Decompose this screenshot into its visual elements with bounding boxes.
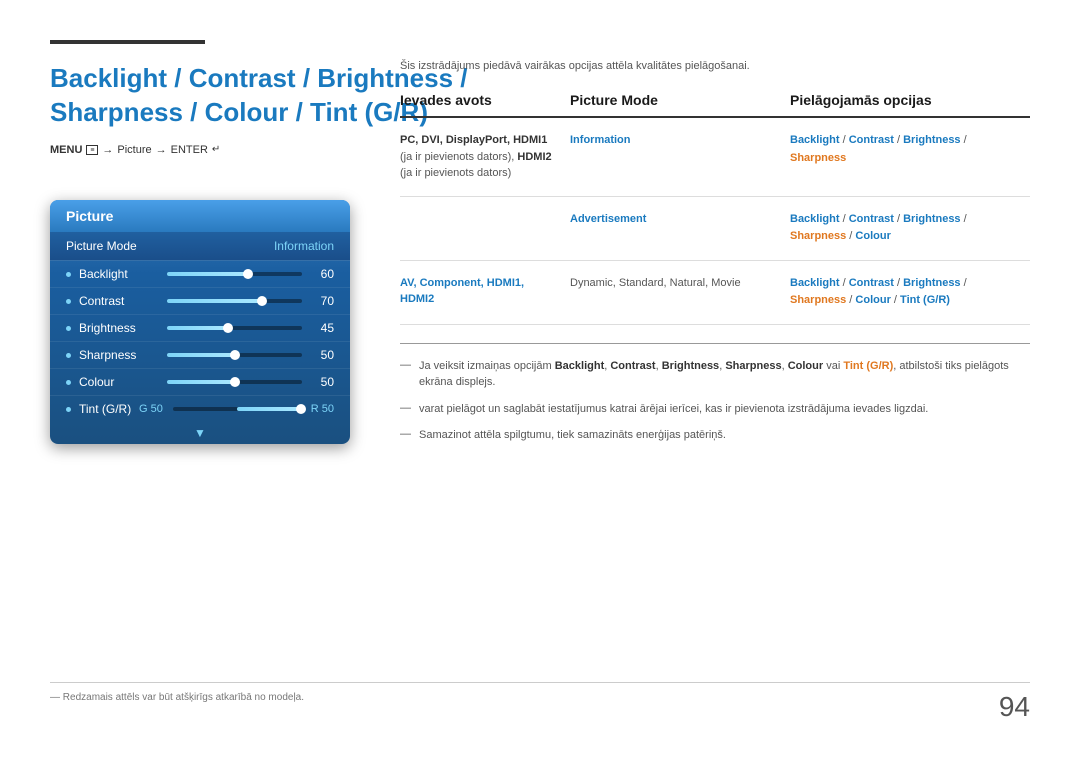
- slider-value: 50: [310, 375, 334, 389]
- tint-label: Tint (G/R): [79, 402, 139, 416]
- col2-header: Picture Mode: [570, 92, 790, 108]
- menu-enter-label: ENTER: [171, 144, 208, 156]
- table-header-row: Ievades avots Picture Mode Pielāgojamās …: [400, 92, 1030, 118]
- picture-panel: Picture Picture Mode Information Backlig…: [50, 200, 350, 444]
- note-dash: ―: [400, 428, 411, 440]
- slider-value: 45: [310, 321, 334, 335]
- note-text: Ja veiksit izmaiņas opcijām Backlight, C…: [419, 358, 1030, 391]
- slider-fill: [167, 326, 228, 330]
- chevron-down-icon: ▼: [194, 426, 206, 440]
- note-dash: ―: [400, 359, 411, 371]
- tint-g-label: G 50: [139, 403, 163, 415]
- table-divider: [400, 343, 1030, 344]
- row1-source: PC, DVI, DisplayPort, HDMI1 (ja ir pievi…: [400, 132, 570, 182]
- row1-options: Backlight / Contrast / Brightness / Shar…: [790, 132, 1030, 167]
- info-table: Ievades avots Picture Mode Pielāgojamās …: [400, 92, 1030, 325]
- note-text: Samazinot attēla spilgtumu, tiek samazin…: [419, 427, 726, 444]
- slider-track: [167, 380, 302, 384]
- note-item: ― Samazinot attēla spilgtumu, tiek samaz…: [400, 427, 1030, 444]
- enter-icon: ↵: [212, 144, 220, 155]
- slider-row: Brightness 45: [50, 315, 350, 342]
- slider-fill: [167, 272, 248, 276]
- slider-label: Brightness: [79, 321, 159, 335]
- slider-track: [167, 326, 302, 330]
- slider-thumb: [230, 377, 240, 387]
- row3-options: Backlight / Contrast / Brightness / Shar…: [790, 275, 1030, 310]
- slider-track: [167, 299, 302, 303]
- col3-header: Pielāgojamās opcijas: [790, 92, 1030, 108]
- slider-thumb: [223, 323, 233, 333]
- slider-thumb: [257, 296, 267, 306]
- menu-icon: MENU: [50, 144, 82, 156]
- tint-track: [173, 407, 301, 411]
- note-dash: ―: [400, 402, 411, 414]
- chevron-row: ▼: [50, 422, 350, 444]
- slider-label: Backlight: [79, 267, 159, 281]
- table-row: AV, Component, HDMI1, HDMI2 Dynamic, Sta…: [400, 261, 1030, 325]
- tint-dot: [66, 407, 71, 412]
- slider-track: [167, 272, 302, 276]
- picture-mode-value: Information: [274, 239, 334, 253]
- table-row: Advertisement Backlight / Contrast / Bri…: [400, 197, 1030, 261]
- menu-arrow1: →: [102, 144, 113, 156]
- col1-header: Ievades avots: [400, 92, 570, 108]
- slider-dot: [66, 380, 71, 385]
- slider-track: [167, 353, 302, 357]
- menu-picture-label: Picture: [117, 144, 151, 156]
- bottom-note: Redzamais attēls var būt atšķirīgs atkar…: [50, 692, 304, 703]
- main-title-line2: Sharpness / Colour / Tint (G/R): [50, 97, 428, 127]
- menu-arrow2: →: [156, 144, 167, 156]
- slider-label: Sharpness: [79, 348, 159, 362]
- slider-row: Backlight 60: [50, 261, 350, 288]
- slider-fill: [167, 353, 235, 357]
- tint-thumb: [296, 404, 306, 414]
- slider-label: Colour: [79, 375, 159, 389]
- slider-thumb: [243, 269, 253, 279]
- slider-dot: [66, 299, 71, 304]
- row2-options: Backlight / Contrast / Brightness / Shar…: [790, 211, 1030, 246]
- table-row: PC, DVI, DisplayPort, HDMI1 (ja ir pievi…: [400, 118, 1030, 197]
- row3-source: AV, Component, HDMI1, HDMI2: [400, 275, 570, 308]
- note-item: ― Ja veiksit izmaiņas opcijām Backlight,…: [400, 358, 1030, 391]
- slider-label: Contrast: [79, 294, 159, 308]
- tint-row: Tint (G/R) G 50 R 50: [50, 396, 350, 422]
- slider-value: 60: [310, 267, 334, 281]
- slider-fill: [167, 299, 262, 303]
- top-accent-line: [50, 40, 205, 44]
- slider-dot: [66, 272, 71, 277]
- bottom-line: [50, 682, 1030, 683]
- note-text: varat pielāgot un saglabāt iestatījumus …: [419, 401, 928, 418]
- slider-fill: [167, 380, 235, 384]
- notes-section: ― Ja veiksit izmaiņas opcijām Backlight,…: [400, 358, 1030, 444]
- page-number: 94: [999, 691, 1030, 723]
- row3-mode: Dynamic, Standard, Natural, Movie: [570, 275, 790, 292]
- slider-row: Colour 50: [50, 369, 350, 396]
- slider-row: Contrast 70: [50, 288, 350, 315]
- row2-mode: Advertisement: [570, 211, 790, 228]
- right-panel: Šis izstrādājums piedāvā vairākas opcija…: [400, 60, 1030, 454]
- picture-box: Picture Picture Mode Information Backlig…: [50, 200, 350, 444]
- picture-mode-label: Picture Mode: [66, 239, 137, 253]
- picture-header: Picture: [50, 200, 350, 232]
- tint-r-label: R 50: [311, 403, 334, 415]
- slider-value: 50: [310, 348, 334, 362]
- note-item: ― varat pielāgot un saglabāt iestatījumu…: [400, 401, 1030, 418]
- tint-r-fill: [237, 407, 301, 411]
- picture-mode-row: Picture Mode Information: [50, 232, 350, 261]
- slider-value: 70: [310, 294, 334, 308]
- slider-row: Sharpness 50: [50, 342, 350, 369]
- slider-thumb: [230, 350, 240, 360]
- slider-dot: [66, 353, 71, 358]
- sliders-container: Backlight 60 Contrast 70 Brightness 45 S…: [50, 261, 350, 396]
- menu-box-icon: ≡: [86, 145, 98, 155]
- intro-text: Šis izstrādājums piedāvā vairākas opcija…: [400, 60, 1030, 72]
- row1-mode: Information: [570, 132, 790, 149]
- slider-dot: [66, 326, 71, 331]
